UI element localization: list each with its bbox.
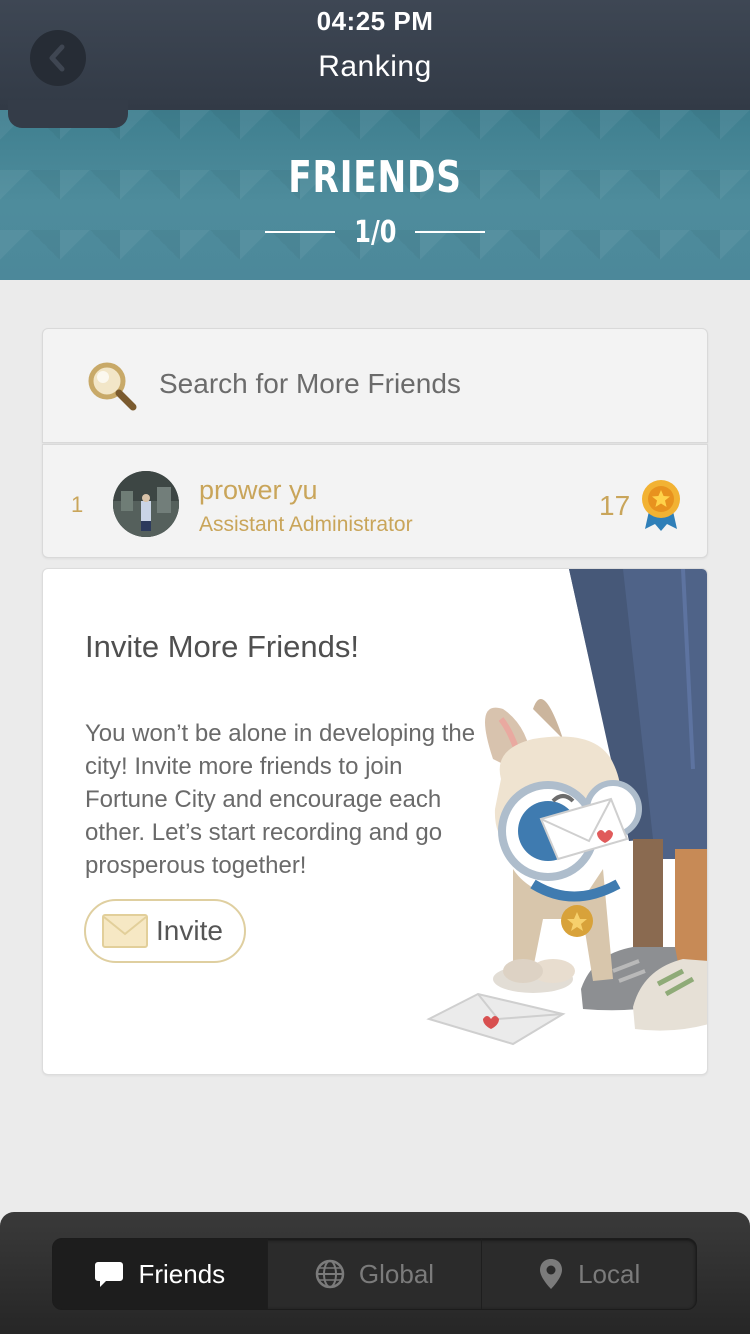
friend-role: Assistant Administrator xyxy=(199,513,413,536)
status-time: 04:25 PM xyxy=(316,6,434,36)
header-tab-notch xyxy=(8,100,128,128)
page-title: Ranking xyxy=(318,50,432,83)
divider-line-left xyxy=(264,231,335,233)
friends-banner: FRIENDS 1/0 xyxy=(0,110,750,280)
friend-name: prower yu xyxy=(199,475,318,505)
globe-icon xyxy=(315,1259,345,1289)
tab-local-label: Local xyxy=(578,1258,641,1289)
envelope-icon xyxy=(102,914,148,948)
invite-card: Invite More Friends! You won’t be alone … xyxy=(42,568,708,1075)
search-label: Search for More Friends xyxy=(159,368,461,399)
friend-score: 17 xyxy=(599,490,631,521)
tab-group: Friends Global Local xyxy=(52,1238,697,1310)
medal-badge-icon xyxy=(642,480,680,531)
chat-bubble-icon xyxy=(95,1262,124,1287)
location-pin-icon xyxy=(540,1259,563,1289)
tab-friends[interactable]: Friends xyxy=(53,1239,268,1309)
banner-title: FRIENDS xyxy=(288,152,462,203)
header-bar: 04:25 PM Ranking xyxy=(0,0,750,110)
invite-button-label: Invite xyxy=(156,915,223,946)
divider-line-right xyxy=(415,231,486,233)
bottom-tab-bar: Friends Global Local xyxy=(0,1212,750,1334)
friend-list-item[interactable]: 1 prower yu Assistant Administrator 17 xyxy=(42,444,708,558)
tab-friends-label: Friends xyxy=(138,1258,226,1289)
magnifier-icon xyxy=(88,362,137,411)
search-friends-button[interactable]: Search for More Friends xyxy=(42,328,708,443)
rank-number: 1 xyxy=(71,492,84,517)
invite-title: Invite More Friends! xyxy=(85,629,359,664)
tab-local[interactable]: Local xyxy=(482,1239,696,1309)
tab-global-label: Global xyxy=(358,1258,435,1289)
avatar[interactable] xyxy=(113,471,179,537)
friend-count: 1/0 xyxy=(353,214,397,250)
banner-count-row: 1/0 xyxy=(0,212,750,252)
invite-description: You won’t be alone in developing the cit… xyxy=(85,720,476,879)
invite-button[interactable]: Invite xyxy=(84,899,246,963)
tab-global[interactable]: Global xyxy=(268,1239,483,1309)
